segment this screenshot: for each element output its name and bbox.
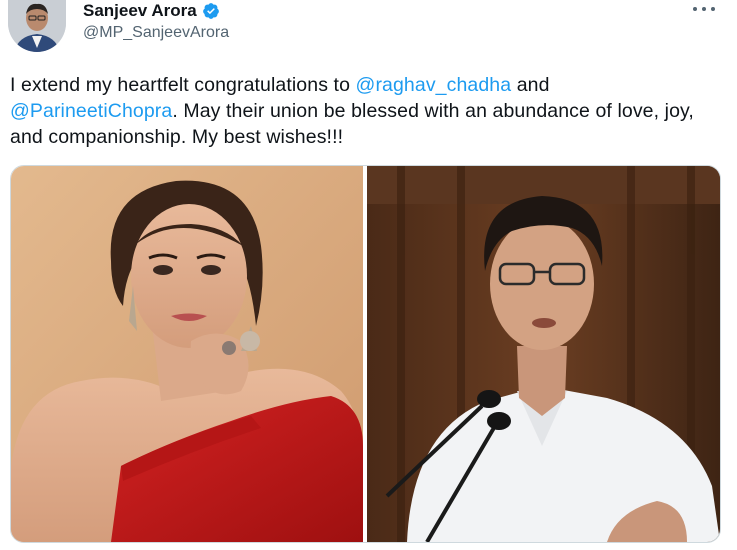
author-name-row[interactable]: Sanjeev Arora	[83, 0, 220, 22]
more-dot	[693, 7, 697, 11]
more-dot	[702, 7, 706, 11]
more-options-icon[interactable]	[693, 2, 715, 16]
mention-link-parineeti[interactable]: @ParineetiChopra	[10, 100, 172, 122]
tweet-text-part: and	[511, 74, 550, 96]
author-avatar[interactable]	[8, 0, 66, 52]
photo-woman-red-dress	[11, 166, 363, 542]
photo-man-at-microphone	[367, 166, 720, 542]
mention-link-raghav[interactable]: @raghav_chadha	[356, 74, 512, 96]
author-handle[interactable]: @MP_SanjeevArora	[83, 24, 229, 42]
more-dot	[711, 7, 715, 11]
tweet-text-part: I extend my heartfelt congratulations to	[10, 74, 356, 96]
avatar-image	[8, 0, 66, 52]
author-name[interactable]: Sanjeev Arora	[83, 1, 197, 21]
tweet-media[interactable]	[10, 165, 721, 543]
tweet-text: I extend my heartfelt congratulations to…	[10, 72, 722, 150]
media-photo-right[interactable]	[367, 166, 720, 542]
media-photo-left[interactable]	[11, 166, 363, 542]
verified-badge-icon	[202, 2, 220, 20]
